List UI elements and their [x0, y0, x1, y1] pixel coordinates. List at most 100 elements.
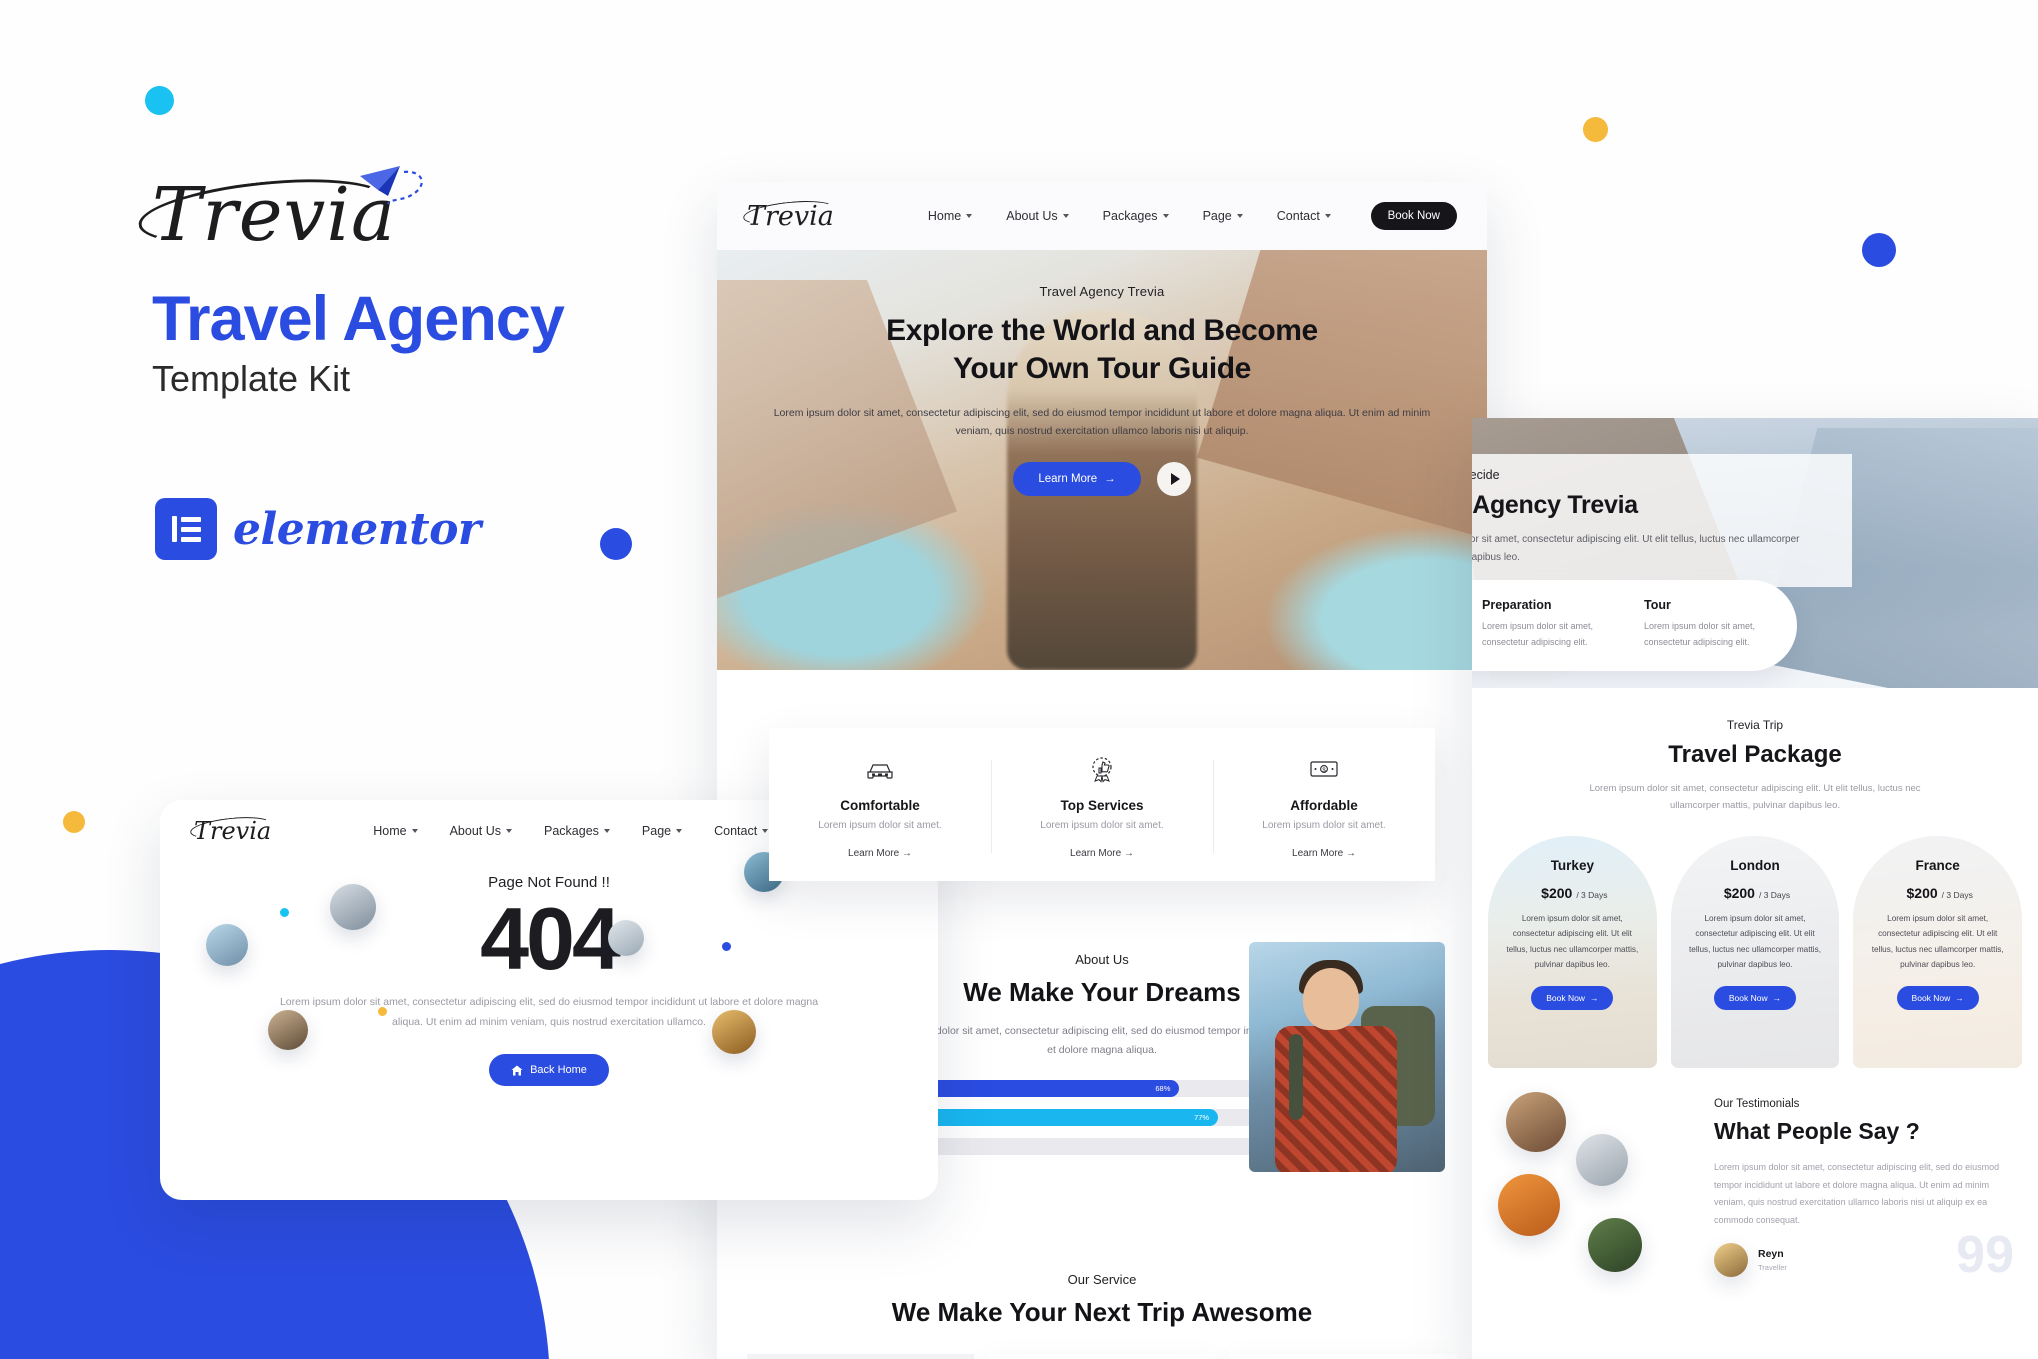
nav-item-page[interactable]: Page	[642, 824, 683, 838]
hero-cta-row: Learn More →	[717, 462, 1487, 497]
feature-card-comfortable[interactable]: Comfortable Lorem ipsum dolor sit amet. …	[769, 754, 991, 859]
packages-eyebrow: Trevia Trip	[1726, 718, 1784, 732]
package-city: France	[1915, 858, 1960, 874]
chevron-down-icon	[966, 214, 973, 218]
avatar	[1714, 1243, 1748, 1278]
service-eyebrow: Our Service	[1067, 1272, 1137, 1287]
elementor-logo-icon	[155, 498, 217, 560]
package-book-button[interactable]: Book Now →	[1531, 985, 1614, 1010]
svg-text:$: $	[1322, 768, 1326, 774]
photo-bubble	[712, 1010, 756, 1054]
packages-heading: Travel Package	[1668, 741, 1842, 768]
nav-item-home[interactable]: Home	[927, 209, 973, 223]
decide-columns: Preparation Lorem ipsum dolor sit amet, …	[1472, 580, 1797, 671]
feature-desc: Lorem ipsum dolor sit amet.	[1040, 820, 1164, 831]
paper-plane-icon	[360, 166, 423, 205]
back-home-button[interactable]: Back Home	[489, 1054, 609, 1087]
nav-label: Page	[1202, 209, 1232, 223]
decide-heading: Travel Agency Trevia	[1472, 491, 1638, 519]
feature-cards: Comfortable Lorem ipsum dolor sit amet. …	[769, 728, 1435, 881]
arrow-right-icon: →	[1955, 992, 1964, 1003]
service-card-food-drink[interactable]: Food & Drink Lorem ipsum dolor sit amet,…	[988, 1354, 1216, 1359]
testimonial-quote: Lorem ipsum dolor sit amet, consectetur …	[1714, 1162, 2000, 1225]
404-code: 404	[480, 889, 621, 988]
feature-learn-more[interactable]: Learn More →	[783, 848, 977, 859]
nav-label: Home	[927, 209, 962, 223]
backpacker-photo	[1249, 942, 1445, 1172]
chevron-down-icon	[411, 829, 418, 833]
trevia-logo: Trevia	[135, 166, 426, 255]
testimonials-section: Our Testimonials What People Say ? Lorem…	[1472, 1092, 2038, 1281]
yellow-dot-decoration-sm	[63, 811, 85, 833]
package-book-button[interactable]: Book Now →	[1713, 985, 1797, 1010]
nav-item-packages[interactable]: Packages	[1103, 209, 1169, 223]
chevron-down-icon	[1162, 214, 1169, 218]
hero-paragraph: Lorem ipsum dolor sit amet, consectetur …	[773, 406, 1431, 437]
decide-column-preparation: Preparation Lorem ipsum dolor sit amet, …	[1482, 598, 1602, 651]
back-home-label: Back Home	[530, 1064, 587, 1077]
package-book-button[interactable]: Book Now →	[1896, 985, 1979, 1010]
nav-item-about-us[interactable]: About Us	[450, 824, 512, 838]
play-video-button[interactable]	[1156, 462, 1191, 497]
service-card-medical-devices[interactable]: Medical Devices Lorem ipsum dolor sit am…	[1229, 1354, 1457, 1359]
service-heading: We Make Your Next Trip Awesome	[891, 1297, 1313, 1327]
nav-item-contact[interactable]: Contact	[1277, 209, 1331, 223]
chevron-down-icon	[1236, 214, 1243, 218]
feature-desc: Lorem ipsum dolor sit amet.	[818, 820, 942, 831]
branding-block: Trevia Travel Agency Template Kit	[135, 166, 712, 400]
photo-bubble	[608, 920, 644, 956]
nav-label: Packages	[1102, 209, 1158, 223]
package-city: London	[1730, 858, 1780, 874]
feature-card-top-services[interactable]: Top Services Lorem ipsum dolor sit amet.…	[991, 754, 1213, 859]
progress-label: 77%	[1194, 1112, 1210, 1122]
navbar-logo[interactable]: Trevia	[742, 196, 844, 232]
packages-paragraph: Lorem ipsum dolor sit amet, consectetur …	[1589, 783, 1921, 812]
hero-background-image: Travel Agency Trevia Explore the World a…	[717, 250, 1487, 670]
nav-item-page[interactable]: Page	[1203, 209, 1243, 223]
column-title: Tour	[1644, 598, 1671, 612]
navbar-links: Home About Us Packages Page Contact	[928, 209, 1331, 223]
navbar-links: Home About Us Packages Page Contact	[373, 824, 769, 838]
decide-eyebrow: Before You Decide	[1472, 468, 1500, 482]
testimonial-avatars	[1488, 1092, 1698, 1273]
book-now-button[interactable]: Book Now	[1370, 202, 1457, 230]
nav-item-packages[interactable]: Packages	[544, 824, 610, 838]
package-card-france[interactable]: France $200/ 3 Days Lorem ipsum dolor si…	[1853, 836, 2023, 1069]
chevron-down-icon	[762, 829, 769, 833]
package-card-london[interactable]: London $200/ 3 Days Lorem ipsum dolor si…	[1670, 836, 1840, 1069]
navbar-logo[interactable]: Trevia	[189, 813, 281, 845]
hero-heading-line1: Explore the World and Become	[886, 314, 1318, 347]
hero-eyebrow: Travel Agency Trevia	[1039, 284, 1165, 299]
feature-title: Affordable	[1290, 798, 1358, 813]
feature-learn-more[interactable]: Learn More →	[1005, 848, 1199, 859]
feature-learn-more[interactable]: Learn More →	[1227, 848, 1421, 859]
cyan-dot-decoration	[145, 86, 174, 115]
hero-heading: Explore the World and Become Your Own To…	[717, 312, 1487, 388]
service-section: Our Service We Make Your Next Trip Aweso…	[717, 1272, 1487, 1359]
nav-item-about-us[interactable]: About Us	[1006, 209, 1069, 223]
testimonial-heading: What People Say ?	[1714, 1118, 1920, 1145]
page-title: Travel Agency	[152, 284, 565, 354]
package-desc: Lorem ipsum dolor sit amet, consectetur …	[1506, 914, 1639, 969]
car-icon	[783, 754, 977, 784]
feature-desc: Lorem ipsum dolor sit amet.	[1262, 820, 1386, 831]
nav-item-home[interactable]: Home	[373, 824, 418, 838]
column-desc: Lorem ipsum dolor sit amet, consectetur …	[1482, 621, 1594, 647]
author-role: Traveller	[1758, 1263, 1787, 1273]
package-cards: Turkey $200/ 3 Days Lorem ipsum dolor si…	[1472, 814, 2038, 1069]
poster-canvas: Trevia Travel Agency Template Kit elemen…	[0, 0, 2038, 1359]
packages-page-mockup: Before You Decide Travel Agency Trevia L…	[1472, 418, 2038, 1359]
cyan-dot-decoration	[280, 908, 289, 917]
package-card-turkey[interactable]: Turkey $200/ 3 Days Lorem ipsum dolor si…	[1488, 836, 1657, 1069]
elementor-wordmark: elementor	[233, 503, 481, 555]
learn-more-button[interactable]: Learn More →	[1013, 462, 1141, 497]
nav-label: Contact	[1276, 209, 1320, 223]
testimonial-eyebrow: Our Testimonials	[1714, 1098, 1800, 1111]
avatar	[1588, 1218, 1642, 1273]
chevron-down-icon	[1062, 214, 1069, 218]
avatar	[1498, 1174, 1560, 1237]
feature-card-affordable[interactable]: $ Affordable Lorem ipsum dolor sit amet.…	[1213, 754, 1435, 859]
nav-item-contact[interactable]: Contact	[714, 824, 769, 838]
service-card-transportation[interactable]: Transportation Lorem ipsum dolor sit ame…	[747, 1354, 975, 1359]
package-price: $200	[1906, 885, 1938, 902]
